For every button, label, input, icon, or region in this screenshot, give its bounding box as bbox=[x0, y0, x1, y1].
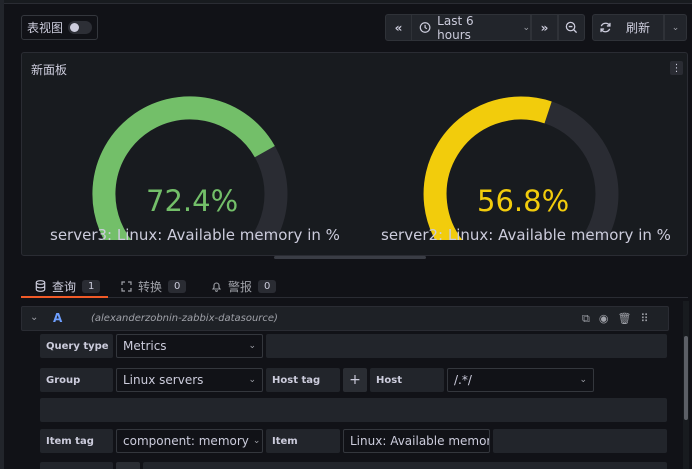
scrollbar-thumb[interactable] bbox=[684, 336, 688, 420]
row-partial bbox=[116, 462, 140, 469]
chevron-down-icon: ⌄ bbox=[252, 436, 261, 446]
query-datasource: (alexanderzobnin-zabbix-datasource) bbox=[91, 313, 278, 324]
tab-transform[interactable]: 转换 0 bbox=[121, 276, 187, 296]
item-tag-value: component: memory bbox=[123, 434, 249, 448]
sync-icon bbox=[600, 22, 611, 33]
item-select[interactable]: Linux: Available memor ⌄ bbox=[343, 429, 490, 453]
tab-query[interactable]: 查询 1 bbox=[35, 276, 101, 296]
eye-icon[interactable]: ◉ bbox=[599, 312, 609, 326]
item-tag-select[interactable]: component: memory ⌄ bbox=[116, 429, 263, 453]
host-tag-label: Host tag bbox=[266, 368, 340, 392]
row-filler bbox=[40, 398, 667, 422]
item-tag-label: Item tag bbox=[40, 429, 113, 453]
group-value: Linux servers bbox=[123, 373, 204, 387]
host-select[interactable]: /.*/ ⌄ bbox=[447, 368, 594, 392]
tab-alert-count: 0 bbox=[258, 279, 277, 293]
chevron-double-left-icon: « bbox=[394, 20, 403, 35]
panel-menu-button[interactable]: ⋮ bbox=[670, 61, 683, 75]
tab-alert-label: 警报 bbox=[228, 279, 253, 294]
time-back-button[interactable]: « bbox=[385, 14, 412, 41]
tab-query-label: 查询 bbox=[52, 279, 77, 294]
panel-resize-handle[interactable] bbox=[274, 256, 426, 259]
chevron-down-icon: ⌄ bbox=[579, 375, 587, 385]
chevron-down-icon: ⌄ bbox=[671, 22, 680, 33]
tab-transform-label: 转换 bbox=[138, 279, 163, 294]
tab-alert[interactable]: 警报 0 bbox=[211, 276, 277, 296]
tabs-divider bbox=[21, 297, 688, 298]
item-label: Item bbox=[266, 429, 340, 453]
query-type-label: Query type bbox=[40, 334, 113, 358]
group-label: Group bbox=[40, 368, 113, 392]
host-value: /.*/ bbox=[454, 373, 472, 387]
time-range-picker[interactable]: Last 6 hours ⌄ bbox=[411, 13, 531, 42]
chevron-double-right-icon: » bbox=[540, 20, 549, 35]
chevron-down-icon: ⌄ bbox=[248, 375, 256, 385]
row-partial bbox=[143, 462, 667, 469]
transform-icon bbox=[121, 280, 132, 292]
gauge-1-value: 72.4% bbox=[146, 184, 239, 218]
add-host-tag-button[interactable]: + bbox=[343, 368, 367, 392]
row-partial bbox=[40, 462, 113, 469]
clock-icon bbox=[419, 22, 431, 33]
chevron-down-icon: ⌄ bbox=[248, 341, 256, 351]
top-border bbox=[0, 0, 692, 4]
zoom-out-icon bbox=[565, 21, 578, 34]
gauge-1-fill bbox=[92, 96, 275, 240]
more-vertical-icon: ⋮ bbox=[671, 62, 682, 74]
panel-title: 新面板 bbox=[31, 63, 68, 77]
time-range-label: Last 6 hours bbox=[437, 13, 474, 42]
refresh-interval-dropdown[interactable]: ⌄ bbox=[664, 14, 687, 41]
host-label: Host bbox=[370, 368, 444, 392]
trash-icon[interactable]: 🗑 bbox=[617, 312, 631, 326]
item-value: Linux: Available memor bbox=[350, 434, 490, 448]
duplicate-icon[interactable]: ⧉ bbox=[582, 312, 590, 326]
gauge-2-fill bbox=[423, 96, 552, 240]
active-tab-indicator bbox=[21, 296, 108, 298]
left-rail bbox=[0, 0, 4, 469]
row-filler bbox=[493, 429, 667, 453]
query-type-value: Metrics bbox=[123, 339, 167, 353]
collapse-chevron-icon[interactable]: ⌄ bbox=[30, 312, 38, 323]
table-view-switch[interactable] bbox=[68, 21, 93, 34]
gauge-1-label: server3: Linux: Available memory in % bbox=[50, 226, 340, 244]
table-view-toggle[interactable]: 表视图 bbox=[21, 15, 98, 40]
refresh-label: 刷新 bbox=[626, 21, 651, 35]
query-type-select[interactable]: Metrics ⌄ bbox=[116, 334, 263, 358]
drag-handle-icon[interactable]: ⠿ bbox=[640, 312, 648, 326]
tab-transform-count: 0 bbox=[168, 279, 187, 293]
zoom-out-button[interactable] bbox=[558, 14, 585, 41]
gauges-canvas bbox=[92, 96, 619, 240]
row-filler bbox=[266, 334, 667, 358]
group-select[interactable]: Linux servers ⌄ bbox=[116, 368, 263, 392]
tab-query-count: 1 bbox=[82, 279, 101, 293]
switch-knob bbox=[70, 23, 80, 32]
query-ref-id[interactable]: A bbox=[53, 311, 62, 325]
refresh-button[interactable]: 刷新 bbox=[592, 14, 664, 41]
chevron-down-icon: ⌄ bbox=[522, 22, 530, 33]
database-icon bbox=[35, 280, 46, 292]
query-actions: ⧉ ◉ 🗑 ⠿ bbox=[582, 312, 649, 326]
gauge-2-value: 56.8% bbox=[477, 184, 570, 218]
bell-icon bbox=[211, 281, 222, 292]
time-forward-button[interactable]: » bbox=[531, 14, 558, 41]
table-view-label: 表视图 bbox=[27, 21, 64, 35]
gauge-2-label: server2: Linux: Available memory in % bbox=[381, 226, 671, 244]
